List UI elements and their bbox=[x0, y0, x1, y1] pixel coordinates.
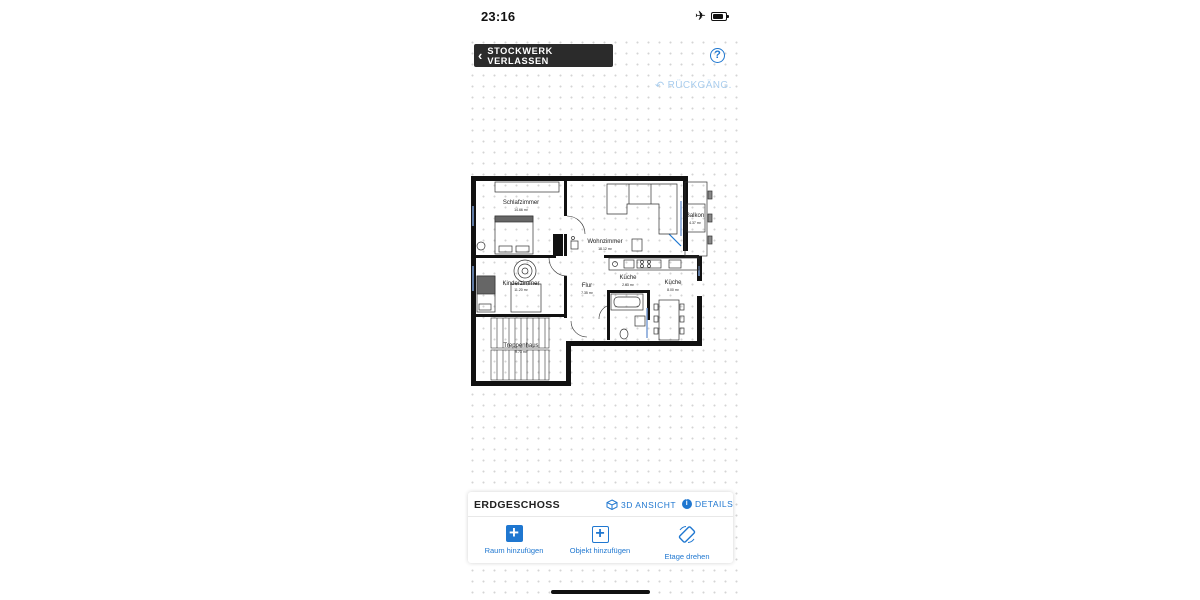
room-area-flur: 7.35 m² bbox=[581, 291, 594, 295]
room-label-schlafzimmer[interactable]: Schlafzimmer bbox=[503, 200, 539, 206]
room-area-treppenhaus: 9.73 m² bbox=[515, 350, 528, 354]
status-bar: 23:16 ✈ bbox=[463, 0, 738, 34]
add-room-button[interactable]: + Raum hinzufügen bbox=[469, 524, 559, 555]
help-icon[interactable]: ? bbox=[710, 48, 725, 63]
bedroom-furniture bbox=[476, 181, 560, 255]
room-label-kueche-1[interactable]: Küche bbox=[619, 275, 637, 281]
status-time: 23:16 bbox=[481, 9, 516, 24]
dining-table bbox=[653, 299, 685, 341]
room-area-kinderzimmer: 11.20 m² bbox=[514, 288, 528, 292]
chevron-left-icon: ‹ bbox=[478, 47, 483, 63]
app-screen: 23:16 ✈ ‹ STOCKWERK VERLASSEN ? ↶ RÜCKGÄ… bbox=[463, 0, 738, 600]
add-object-label: Objekt hinzufügen bbox=[569, 546, 631, 555]
info-icon: i bbox=[682, 499, 692, 509]
room-area-balkon: 4.37 m² bbox=[689, 221, 702, 225]
rotate-icon bbox=[678, 526, 696, 543]
plus-filled-icon: + bbox=[505, 524, 523, 542]
add-room-label: Raum hinzufügen bbox=[484, 546, 544, 555]
room-label-kueche-2[interactable]: Küche bbox=[664, 280, 682, 286]
home-indicator[interactable] bbox=[551, 590, 650, 594]
room-label-wohnzimmer[interactable]: Wohnzimmer bbox=[587, 239, 622, 245]
undo-button[interactable]: ↶ RÜCKGÄNG. bbox=[655, 79, 732, 92]
bathroom-fixtures bbox=[610, 293, 646, 340]
cube-icon bbox=[606, 499, 618, 510]
leave-floor-button[interactable]: ‹ STOCKWERK VERLASSEN bbox=[474, 44, 613, 67]
room-label-kinderzimmer[interactable]: Kinderzimmer bbox=[502, 281, 539, 287]
room-label-balkon[interactable]: Balkon bbox=[686, 213, 704, 219]
floor-panel: ERDGESCHOSS 3D ANSICHT i DETAILS + Raum … bbox=[468, 492, 733, 563]
add-object-button[interactable]: + Objekt hinzufügen bbox=[555, 525, 645, 556]
balcony bbox=[684, 181, 713, 257]
room-area-schlafzimmer: 14.66 m² bbox=[514, 208, 529, 212]
floor-plan[interactable]: Schlafzimmer 14.66 m² Wohnzimmer 18.12 m… bbox=[469, 176, 719, 390]
rotate-floor-label: Etage drehen bbox=[664, 552, 710, 561]
room-area-kueche-2: 8.00 m² bbox=[667, 288, 680, 292]
room-area-wohnzimmer: 18.12 m² bbox=[598, 247, 613, 251]
undo-icon: ↶ bbox=[655, 80, 665, 92]
plus-outline-icon: + bbox=[591, 526, 609, 543]
airplane-icon: ✈ bbox=[695, 8, 706, 23]
room-area-kueche-1: 2.63 m² bbox=[622, 283, 635, 287]
battery-icon bbox=[711, 12, 729, 21]
3d-view-label: 3D ANSICHT bbox=[621, 499, 677, 510]
panel-divider bbox=[468, 516, 733, 517]
undo-label: RÜCKGÄNG. bbox=[667, 80, 732, 91]
details-button[interactable]: i DETAILS bbox=[682, 499, 733, 509]
rotate-floor-button[interactable]: Etage drehen bbox=[642, 525, 732, 561]
details-label: DETAILS bbox=[695, 499, 734, 509]
room-label-treppenhaus[interactable]: Treppenhaus bbox=[503, 343, 538, 349]
room-label-flur[interactable]: Flur bbox=[582, 283, 592, 289]
floor-name: ERDGESCHOSS bbox=[474, 499, 561, 511]
leave-floor-label: STOCKWERK VERLASSEN bbox=[487, 45, 553, 66]
3d-view-button[interactable]: 3D ANSICHT bbox=[606, 499, 676, 510]
staircase bbox=[490, 317, 550, 381]
